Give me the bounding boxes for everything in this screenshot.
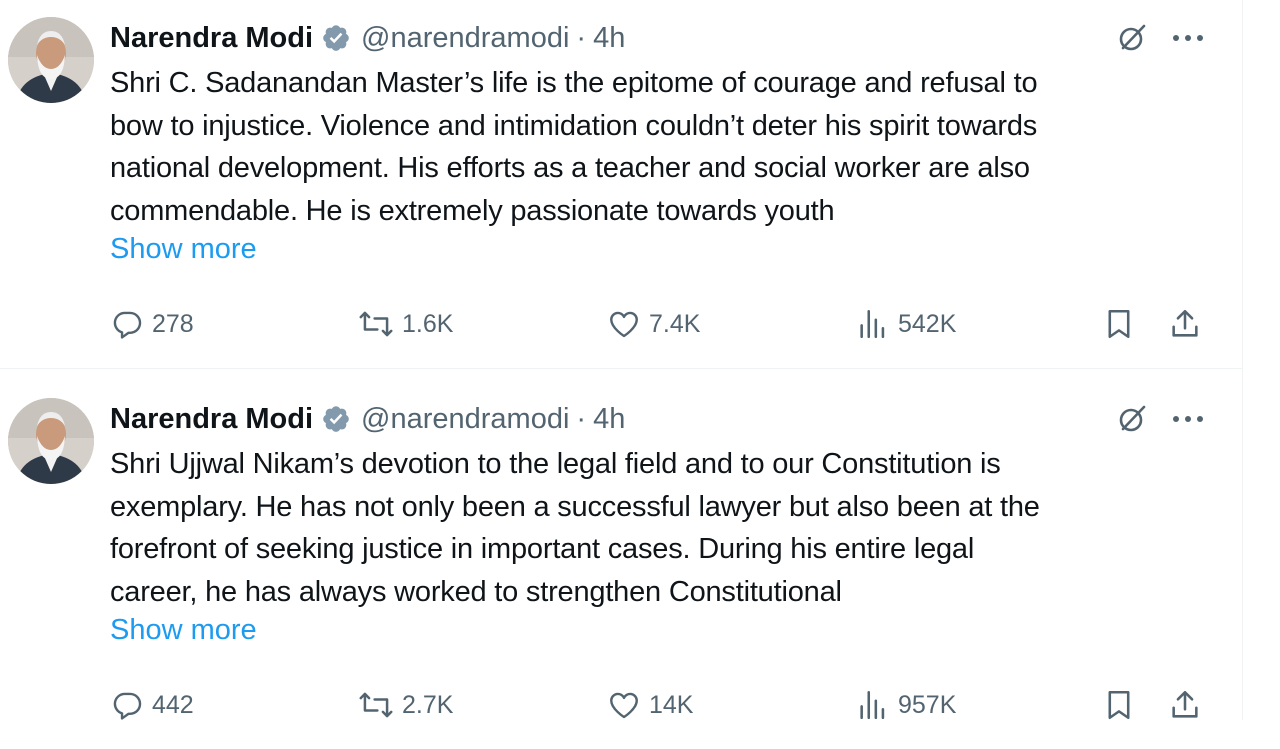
author-handle[interactable]: @narendramodi	[361, 22, 569, 55]
grok-icon[interactable]	[1112, 399, 1152, 439]
like-count: 7.4K	[649, 309, 701, 338]
grok-icon[interactable]	[1112, 18, 1152, 58]
bookmark-icon	[1108, 309, 1130, 339]
bookmark-button[interactable]	[1102, 302, 1144, 346]
views-icon	[860, 690, 885, 720]
views-button[interactable]: 957K	[856, 683, 956, 727]
reply-button[interactable]: 442	[110, 683, 194, 727]
more-options-icon[interactable]	[1168, 399, 1208, 439]
repost-count: 2.7K	[402, 690, 454, 719]
tweet-actions: 442 2.7K 14K 957K	[110, 683, 1220, 727]
verified-badge-icon[interactable]	[321, 404, 351, 434]
like-button[interactable]: 14K	[607, 683, 693, 727]
share-button[interactable]	[1168, 302, 1210, 346]
views-count: 542K	[898, 309, 957, 338]
timestamp[interactable]: 4h	[593, 403, 625, 436]
share-icon	[1172, 309, 1198, 337]
like-count: 14K	[649, 690, 694, 719]
reply-count: 442	[152, 690, 194, 719]
reply-count: 278	[152, 309, 194, 338]
show-more-link[interactable]: Show more	[110, 233, 257, 266]
verified-badge-icon[interactable]	[321, 23, 351, 53]
show-more-link[interactable]: Show more	[110, 614, 257, 647]
author-name[interactable]: Narendra Modi	[110, 403, 313, 436]
views-button[interactable]: 542K	[856, 302, 956, 346]
tweet[interactable]: Narendra Modi @narendramodi · 4h Shri C.…	[0, 0, 1242, 380]
timestamp[interactable]: 4h	[593, 22, 625, 55]
tweet-text-line: commendable. He is extremely passionate …	[110, 194, 835, 227]
heart-icon	[610, 311, 638, 338]
avatar[interactable]	[8, 17, 94, 103]
tweet-actions: 278 1.6K 7.4K 542K	[110, 302, 1220, 346]
author-name[interactable]: Narendra Modi	[110, 22, 313, 55]
heart-icon	[610, 692, 638, 719]
tweet[interactable]: Narendra Modi @narendramodi · 4h Shri Uj…	[0, 368, 1242, 749]
repost-button[interactable]: 1.6K	[358, 302, 453, 346]
author-handle[interactable]: @narendramodi	[361, 403, 569, 436]
share-icon	[1172, 690, 1198, 718]
reply-button[interactable]: 278	[110, 302, 194, 346]
repost-icon	[359, 311, 393, 337]
reply-icon	[113, 692, 142, 720]
separator-dot: ·	[576, 402, 587, 435]
tweet-text-line: exemplary. He has not only been a succes…	[110, 490, 1040, 523]
avatar[interactable]	[8, 398, 94, 484]
tweet-text-line: Shri C. Sadanandan Master’s life is the …	[110, 67, 1038, 99]
repost-button[interactable]: 2.7K	[358, 683, 453, 727]
tweet-text-line: Shri Ujjwal Nikam’s devotion to the lega…	[110, 448, 1001, 480]
repost-count: 1.6K	[402, 309, 454, 338]
repost-icon	[359, 692, 393, 718]
tweet-header: Narendra Modi @narendramodi · 4h	[110, 401, 625, 437]
separator-dot: ·	[576, 21, 587, 54]
bookmark-button[interactable]	[1102, 683, 1144, 727]
bookmark-icon	[1108, 690, 1130, 720]
tweet-text-line: career, he has always worked to strength…	[110, 575, 842, 608]
tweet-text: Shri Ujjwal Nikam’s devotion to the lega…	[110, 443, 1220, 613]
tweet-header: Narendra Modi @narendramodi · 4h	[110, 20, 625, 56]
reply-icon	[113, 311, 142, 339]
share-button[interactable]	[1168, 683, 1210, 727]
like-button[interactable]: 7.4K	[607, 302, 700, 346]
timeline-feed: Narendra Modi @narendramodi · 4h Shri C.…	[0, 0, 1243, 720]
tweet-text-line: bow to injustice. Violence and intimidat…	[110, 109, 1038, 142]
tweet-text-line: forefront of seeking justice in importan…	[110, 533, 975, 565]
views-count: 957K	[898, 690, 957, 719]
tweet-text: Shri C. Sadanandan Master’s life is the …	[110, 62, 1220, 232]
views-icon	[860, 309, 885, 339]
more-options-icon[interactable]	[1168, 18, 1208, 58]
tweet-text-line: national development. His efforts as a t…	[110, 152, 1030, 184]
